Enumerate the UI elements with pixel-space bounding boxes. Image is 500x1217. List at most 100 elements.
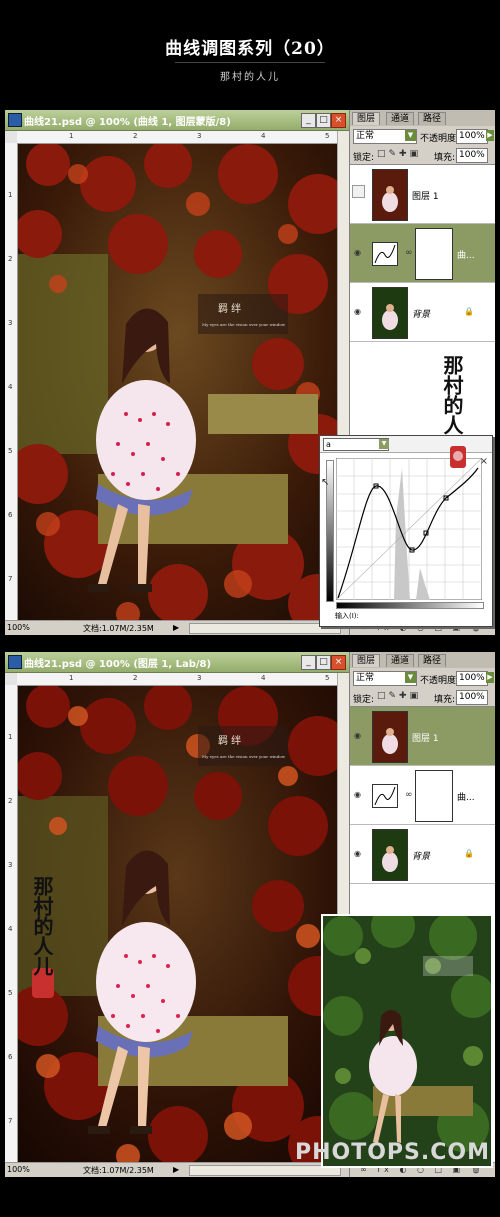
layer-thumbnail: [372, 287, 408, 339]
lock-label: 锁定:: [353, 153, 375, 163]
photo-caption-title: 羁 绊: [218, 734, 241, 747]
layer-mask-thumbnail[interactable]: [415, 770, 453, 822]
thumb-image: [373, 170, 407, 220]
document-titlebar[interactable]: 曲线21.psd @ 100% (图层 1, Lab/8) _ □ ×: [5, 652, 349, 673]
maximize-button[interactable]: □: [316, 655, 331, 670]
document-window: 曲线21.psd @ 100% (图层 1, Lab/8) _ □ × 1234…: [5, 652, 350, 1177]
tab-channels[interactable]: 通道: [386, 112, 415, 125]
maximize-button[interactable]: □: [316, 113, 331, 128]
horizontal-ruler[interactable]: 12345: [17, 131, 349, 144]
chevron-down-icon[interactable]: ▼: [379, 439, 389, 449]
layer-row-curves[interactable]: ◉ ∞ 曲...: [350, 766, 495, 825]
calligraphy-signature: 那村的人儿: [30, 876, 54, 976]
page-header: 曲线调图系列（20） 那村的人儿: [0, 0, 500, 100]
layer-row-background[interactable]: ◉ 背景 🔒: [350, 283, 495, 342]
minimize-button[interactable]: _: [301, 113, 316, 128]
chevron-right-icon[interactable]: ▶: [486, 130, 494, 141]
lock-label: 锁定:: [353, 695, 375, 705]
document-title: 曲线21.psd @ 100% (曲线 1, 图层蒙版/8): [24, 117, 231, 128]
photo-original-green: [323, 916, 491, 1166]
opacity-label: 不透明度:: [420, 134, 460, 144]
close-icon[interactable]: ×: [480, 456, 488, 467]
tab-layers[interactable]: 图层: [352, 654, 381, 667]
photoshop-doc-icon: [8, 655, 22, 669]
ruler-origin[interactable]: [5, 673, 17, 685]
horizontal-scrollbar[interactable]: [189, 1165, 341, 1176]
doc-size[interactable]: 文档:1.07M/2.35M: [83, 1165, 154, 1176]
page-title: 曲线调图系列（20）: [165, 39, 335, 59]
chevron-right-icon[interactable]: ▶: [486, 672, 494, 683]
title-divider: [175, 62, 325, 63]
close-button[interactable]: ×: [331, 113, 346, 128]
thumb-image: [373, 830, 407, 880]
layer-row-background[interactable]: ◉ 背景 🔒: [350, 825, 495, 884]
layer-name[interactable]: 图层 1: [412, 189, 439, 202]
eye-icon[interactable]: ◉: [354, 790, 364, 799]
close-button[interactable]: ×: [331, 655, 346, 670]
document-title: 曲线21.psd @ 100% (图层 1, Lab/8): [24, 659, 212, 670]
chevron-down-icon[interactable]: ▼: [405, 130, 416, 141]
layer-name[interactable]: 曲...: [457, 248, 475, 261]
link-icon[interactable]: ∞: [405, 248, 413, 258]
curves-adjustment-icon: [372, 784, 398, 808]
tab-channels[interactable]: 通道: [386, 654, 415, 667]
image-canvas[interactable]: 羁 绊 My eyes are the vision over your win…: [18, 686, 338, 1162]
status-menu-arrow[interactable]: ▶: [173, 1165, 179, 1174]
vertical-ruler[interactable]: 1234567: [5, 143, 18, 621]
eye-icon[interactable]: ◉: [354, 731, 364, 740]
tab-paths[interactable]: 路径: [418, 654, 447, 667]
site-watermark: PHOTOPS.COM: [294, 1140, 490, 1165]
layer-name[interactable]: 背景: [412, 307, 430, 320]
thumb-image: [373, 712, 407, 762]
ruler-origin[interactable]: [5, 131, 17, 143]
layer-row-layer1[interactable]: 图层 1: [350, 165, 495, 224]
fill-label: 填充:: [434, 153, 456, 163]
palette-tabs: 图层 通道 路径: [350, 110, 495, 126]
eye-icon[interactable]: ◉: [354, 849, 364, 858]
chevron-down-icon[interactable]: ▼: [405, 672, 416, 683]
image-canvas[interactable]: 羁 绊 My eyes are the vision over your win…: [18, 144, 338, 620]
tab-paths[interactable]: 路径: [418, 112, 447, 125]
horizontal-ruler[interactable]: 12345: [17, 673, 349, 686]
document-titlebar[interactable]: 曲线21.psd @ 100% (曲线 1, 图层蒙版/8) _ □ ×: [5, 110, 349, 131]
visibility-toggle[interactable]: [352, 185, 365, 198]
opacity-input[interactable]: 100%: [456, 129, 488, 144]
red-seal-stamp: [450, 446, 466, 468]
layer-row-curves[interactable]: ◉ ∞ 曲...: [350, 224, 495, 283]
layer-name[interactable]: 曲...: [457, 790, 475, 803]
tab-layers[interactable]: 图层: [352, 112, 381, 125]
fill-input[interactable]: 100%: [456, 148, 488, 163]
lock-icon: 🔒: [464, 307, 474, 316]
status-menu-arrow[interactable]: ▶: [173, 623, 179, 632]
zoom-level[interactable]: 100%: [7, 1165, 30, 1174]
lock-options-icons[interactable]: □✎✚▣: [377, 149, 421, 159]
photoshop-doc-icon: [8, 113, 22, 127]
screenshot-before: 曲线21.psd @ 100% (曲线 1, 图层蒙版/8) _ □ × 123…: [5, 110, 495, 635]
palette-tabs: 图层 通道 路径: [350, 652, 495, 668]
link-icon[interactable]: ∞: [405, 790, 413, 800]
minimize-button[interactable]: _: [301, 655, 316, 670]
photo-caption-title: 羁 绊: [218, 302, 241, 315]
layer-mask-thumbnail[interactable]: [415, 228, 453, 280]
layer-row-layer1[interactable]: ◉ 图层 1: [350, 707, 495, 766]
layer-thumbnail: [372, 829, 408, 881]
pointer-cursor-icon: ↖: [321, 477, 330, 488]
zoom-level[interactable]: 100%: [7, 623, 30, 632]
photo-girl-on-bench: 羁 绊 My eyes are the vision over your win…: [18, 144, 338, 620]
eye-icon[interactable]: ◉: [354, 307, 364, 316]
opacity-input[interactable]: 100%: [456, 671, 488, 686]
photo-caption-sub: My eyes are the vision over your window: [202, 322, 286, 327]
eye-icon[interactable]: ◉: [354, 248, 364, 257]
document-window: 曲线21.psd @ 100% (曲线 1, 图层蒙版/8) _ □ × 123…: [5, 110, 350, 635]
layer-name[interactable]: 图层 1: [412, 731, 439, 744]
photo-girl-on-bench-edited: 羁 绊 My eyes are the vision over your win…: [18, 686, 338, 1162]
curves-graph[interactable]: [336, 458, 482, 600]
lock-options-icons[interactable]: □✎✚▣: [377, 691, 421, 701]
status-bar: 100% 文档:1.07M/2.35M ▶: [5, 620, 349, 635]
vertical-ruler[interactable]: 1234567: [5, 685, 18, 1163]
curves-adjustment-icon: [372, 242, 398, 266]
doc-size[interactable]: 文档:1.07M/2.35M: [83, 623, 154, 634]
fill-input[interactable]: 100%: [456, 690, 488, 705]
author-name: 那村的人儿: [220, 72, 280, 83]
layer-name[interactable]: 背景: [412, 849, 430, 862]
